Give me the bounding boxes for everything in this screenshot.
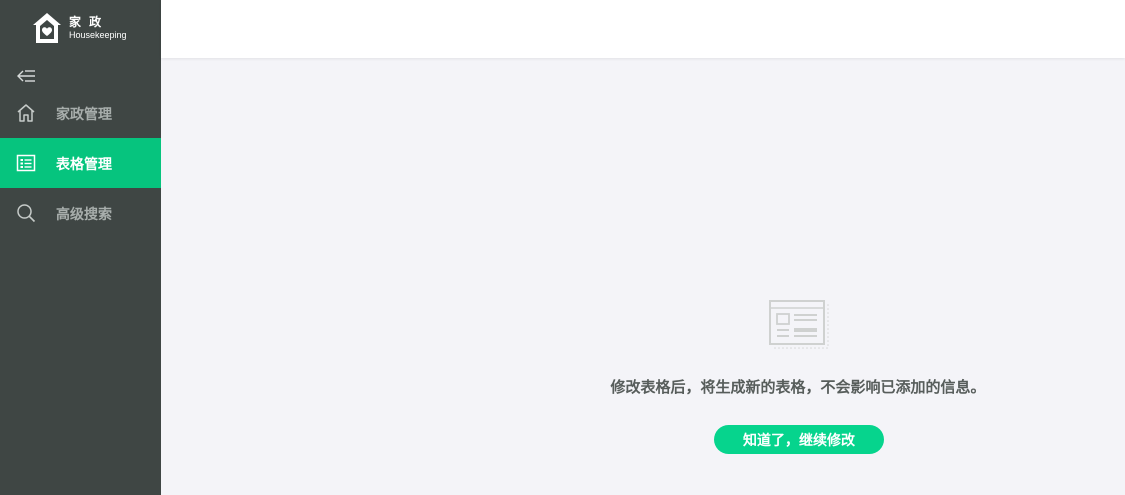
house-heart-icon xyxy=(33,13,61,43)
collapse-menu-icon[interactable] xyxy=(16,67,36,85)
continue-edit-button[interactable]: 知道了，继续修改 xyxy=(714,425,884,454)
sidebar-item-table[interactable]: 表格管理 xyxy=(0,138,161,188)
document-card-icon xyxy=(769,300,829,349)
sidebar: 家 政 Housekeeping 家政管理 表格管理 高级搜索 xyxy=(0,0,161,495)
sidebar-item-label: 表格管理 xyxy=(56,157,112,173)
brand-name-cn: 家 政 xyxy=(69,15,104,29)
top-header-bar xyxy=(161,0,1125,58)
sidebar-item-advanced-search[interactable]: 高级搜索 xyxy=(0,188,161,238)
sidebar-item-label: 高级搜索 xyxy=(56,207,112,223)
search-icon xyxy=(17,204,36,223)
brand-name-en: Housekeeping xyxy=(69,30,127,40)
sidebar-item-housekeeping[interactable]: 家政管理 xyxy=(0,88,161,138)
brand-logo[interactable]: 家 政 Housekeeping xyxy=(31,11,151,45)
table-list-icon xyxy=(16,154,36,172)
info-message: 修改表格后，将生成新的表格，不会影响已添加的信息。 xyxy=(610,378,986,396)
sidebar-item-label: 家政管理 xyxy=(56,107,112,123)
home-icon xyxy=(17,104,35,122)
